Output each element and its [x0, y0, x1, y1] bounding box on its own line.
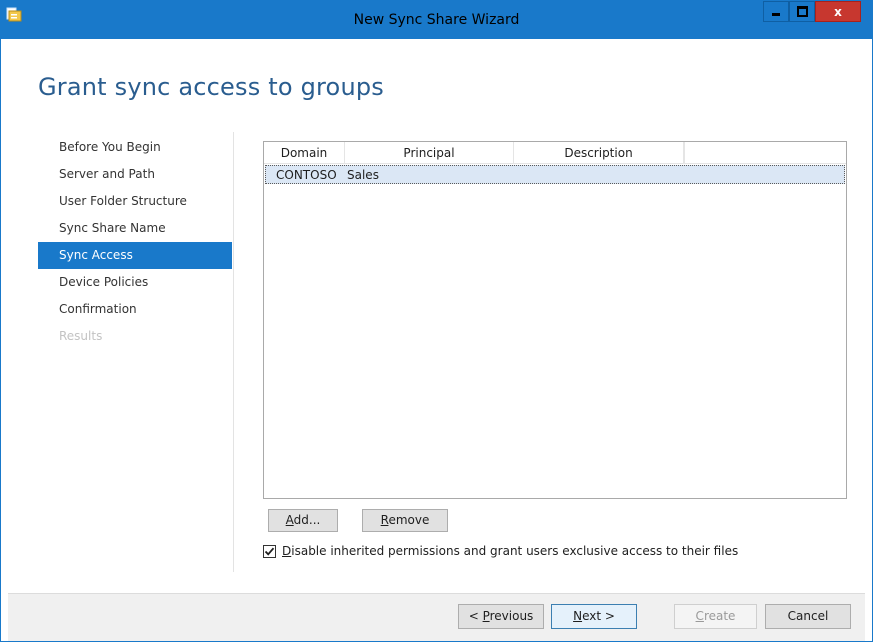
create-button: Create — [674, 604, 757, 629]
checkmark-icon — [264, 547, 275, 556]
nav-divider — [233, 132, 234, 572]
minimize-icon — [772, 13, 780, 16]
previous-button[interactable]: < Previous — [458, 604, 544, 629]
nav-item-before-you-begin[interactable]: Before You Begin — [38, 134, 232, 161]
add-button[interactable]: Add... — [268, 509, 338, 532]
title-bar[interactable]: New Sync Share Wizard x — [1, 1, 872, 39]
nav-item-confirmation[interactable]: Confirmation — [38, 296, 232, 323]
checkbox-access-key: D — [282, 544, 292, 558]
page-title: Grant sync access to groups — [38, 73, 384, 101]
wizard-window: New Sync Share Wizard x Grant sync acces… — [0, 0, 873, 642]
exclusive-access-option: Disable inherited permissions and grant … — [263, 544, 738, 558]
grid-header: Domain Principal Description — [264, 142, 846, 164]
nav-item-server-and-path[interactable]: Server and Path — [38, 161, 232, 188]
nav-item-sync-access[interactable]: Sync Access — [38, 242, 232, 269]
table-row[interactable]: CONTOSO Sales — [265, 165, 845, 184]
wizard-nav: Before You Begin Server and Path User Fo… — [38, 134, 232, 350]
next-button[interactable]: Next > — [551, 604, 637, 629]
maximize-icon — [796, 6, 808, 17]
previous-access-key: P — [482, 609, 490, 623]
create-access-key: C — [695, 609, 704, 623]
wizard-content: Grant sync access to groups Before You B… — [8, 39, 865, 593]
add-label: dd... — [293, 513, 321, 527]
cell-domain: CONTOSO — [276, 168, 337, 182]
nav-item-user-folder-structure[interactable]: User Folder Structure — [38, 188, 232, 215]
cancel-button[interactable]: Cancel — [765, 604, 851, 629]
previous-label: revious — [489, 609, 534, 623]
nav-item-device-policies[interactable]: Device Policies — [38, 269, 232, 296]
maximize-button[interactable] — [789, 1, 815, 22]
add-access-key: A — [285, 513, 294, 527]
checkbox-label-text: isable inherited permissions and grant u… — [291, 544, 739, 558]
exclusive-access-checkbox[interactable] — [263, 544, 276, 558]
column-header-principal[interactable]: Principal — [345, 142, 514, 163]
cell-principal: Sales — [347, 168, 379, 182]
create-label: reate — [703, 609, 736, 623]
nav-item-results: Results — [59, 329, 103, 343]
close-icon: x — [834, 4, 842, 19]
minimize-button[interactable] — [763, 1, 789, 22]
previous-prefix: < — [468, 609, 483, 623]
exclusive-access-label[interactable]: Disable inherited permissions and grant … — [282, 544, 738, 558]
next-access-key: N — [573, 609, 583, 623]
window-title: New Sync Share Wizard — [353, 12, 520, 28]
remove-button[interactable]: Remove — [362, 509, 448, 532]
close-button[interactable]: x — [815, 1, 861, 22]
column-header-filler — [684, 142, 685, 163]
next-label: ext > — [582, 609, 615, 623]
column-header-description[interactable]: Description — [514, 142, 684, 163]
column-header-domain[interactable]: Domain — [264, 142, 345, 163]
remove-label: emove — [388, 513, 430, 527]
wizard-footer: < Previous Next > Create Cancel — [8, 593, 865, 641]
nav-item-sync-share-name[interactable]: Sync Share Name — [38, 215, 232, 242]
access-grid[interactable]: Domain Principal Description CONTOSO Sal… — [263, 141, 847, 499]
